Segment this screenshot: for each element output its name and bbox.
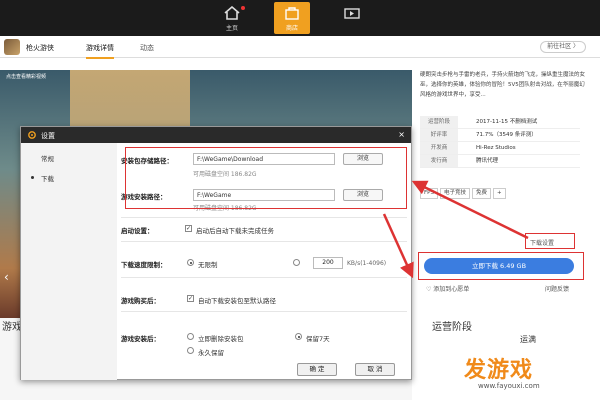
speed-limit-input[interactable]: 200	[313, 257, 343, 269]
community-button[interactable]: 前往社区 〉	[540, 41, 586, 53]
keep-7-days-label: 保留7天	[306, 335, 330, 343]
nav-store[interactable]: 商店	[274, 2, 310, 34]
watermark-url: www.fayouxi.com	[478, 382, 540, 390]
selected-bullet	[31, 176, 34, 179]
close-icon[interactable]: ×	[398, 130, 405, 139]
dialog-title: 设置	[41, 132, 55, 140]
wishlist-link[interactable]: ♡ 添加到心愿单	[426, 284, 469, 293]
settings-dialog: 设置 × 常规 下载 安装包存储路径： 浏览 可用磁盘空间 186.82G 游戏…	[20, 126, 412, 380]
info-key: 开发商	[420, 142, 458, 154]
tab-game-detail[interactable]: 游戏详情	[86, 43, 114, 59]
divider	[121, 241, 407, 242]
startup-label: 启动设置：	[121, 227, 154, 235]
tag[interactable]: 电子竞技	[439, 188, 470, 199]
after-buy-option: 自动下载安装包至默认路径	[198, 297, 276, 305]
ops-stage-value: 运满	[520, 335, 536, 344]
game-title: 枪火游侠	[26, 44, 54, 52]
divider	[121, 277, 407, 278]
tab-news[interactable]: 动态	[140, 43, 154, 53]
startup-option: 启动后自动下载未完成任务	[196, 227, 274, 235]
info-row: 发行商 腾讯代理	[420, 155, 580, 168]
video-icon	[344, 8, 360, 19]
game-header: 枪火游侠 游戏详情 动态 前往社区 〉	[0, 36, 600, 59]
add-tag-button[interactable]: +	[493, 188, 506, 199]
info-key: 发行商	[420, 155, 458, 167]
hero-bottom-text: 游戏	[2, 322, 22, 333]
watermark-logo: 发游戏	[464, 358, 534, 383]
info-table: 运营阶段 2017-11-15 不删档测试 好评率 71.7%（3549 条评测） …	[420, 116, 580, 168]
info-value: 2017-11-15 不删档测试	[476, 119, 538, 125]
game-avatar	[4, 39, 20, 55]
startup-checkbox[interactable]: ✓	[185, 225, 192, 232]
annotation-box	[525, 233, 575, 249]
after-buy-label: 游戏购买后：	[121, 297, 160, 305]
divider	[121, 217, 407, 218]
info-value: Hi-Rez Studios	[476, 145, 516, 151]
nav-home-label: 主页	[225, 25, 238, 32]
cancel-button[interactable]: 取 消	[355, 363, 395, 376]
dialog-header: 设置 ×	[21, 127, 411, 143]
nav-video[interactable]	[334, 2, 370, 34]
notification-dot	[241, 6, 245, 10]
speed-label: 下载速度限制：	[121, 261, 167, 269]
speed-limit-radio[interactable]	[293, 259, 300, 266]
speed-unit: KB/s(1-4096)	[347, 260, 387, 267]
delete-now-label: 立即删除安装包	[198, 335, 244, 343]
keep-forever-radio[interactable]	[187, 347, 194, 354]
after-buy-checkbox[interactable]: ✓	[187, 295, 194, 302]
feedback-link[interactable]: 问题反馈	[545, 284, 569, 293]
nav-store-label: 商店	[285, 25, 298, 32]
speed-unlimited-radio[interactable]	[187, 259, 194, 266]
annotation-box	[125, 147, 407, 209]
speed-unlimited-label: 无限制	[198, 261, 218, 269]
ok-button[interactable]: 确 定	[297, 363, 337, 376]
tag-list: FPS 电子竞技 免费 +	[420, 188, 508, 200]
delete-now-radio[interactable]	[187, 333, 194, 340]
keep-7-days-radio[interactable]	[295, 333, 302, 340]
after-install-label: 游戏安装后：	[121, 335, 160, 343]
home-icon	[224, 6, 240, 20]
info-row: 运营阶段 2017-11-15 不删档测试	[420, 116, 580, 129]
info-key: 好评率	[420, 129, 458, 141]
info-row: 开发商 Hi-Rez Studios	[420, 142, 580, 155]
annotation-box	[418, 252, 584, 280]
info-key: 运营阶段	[420, 116, 458, 128]
keep-forever-label: 永久保留	[198, 349, 224, 357]
site-watermark: 发游戏 www.fayouxi.com	[456, 352, 596, 396]
info-value: 腾讯代理	[476, 158, 499, 164]
game-description: 硬朗突击步枪与手雷的老兵，手持火箭炮的飞龙，操纵重生魔法的女巫，选择你的英雄，体…	[420, 72, 586, 98]
game-info-panel: 硬朗突击步枪与手雷的老兵，手持火箭炮的飞龙，操纵重生魔法的女巫，选择你的英雄，体…	[420, 70, 590, 249]
ops-stage-title: 运营阶段	[432, 322, 472, 333]
top-navigation-bar: 主页 商店	[0, 0, 600, 36]
tag[interactable]: FPS	[420, 188, 438, 199]
hero-badge: 点击查看精彩视频	[6, 74, 47, 80]
wishlist-label: 添加到心愿单	[433, 286, 470, 293]
shopping-bag-icon	[285, 7, 299, 20]
gear-icon	[28, 131, 36, 139]
sidebar-item-download[interactable]: 下载	[41, 173, 54, 183]
sidebar-item-general[interactable]: 常规	[41, 153, 54, 163]
info-value: 71.7%（3549 条评测）	[476, 132, 537, 138]
nav-home[interactable]: 主页	[214, 2, 250, 34]
tag[interactable]: 免费	[472, 188, 492, 199]
divider	[121, 311, 407, 312]
info-row: 好评率 71.7%（3549 条评测）	[420, 129, 580, 142]
dialog-sidebar: 常规 下载	[21, 143, 117, 380]
chevron-left-icon[interactable]: ‹	[4, 270, 9, 284]
